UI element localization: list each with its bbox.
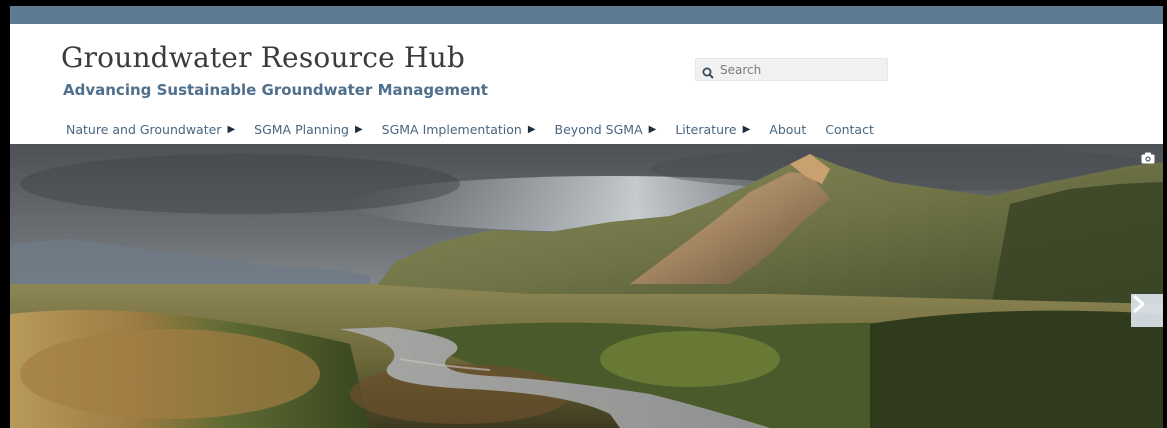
nav-item-label: SGMA Implementation — [381, 121, 522, 137]
nav-item-label: Beyond SGMA — [554, 121, 643, 137]
nav-item-contact[interactable]: Contact — [825, 122, 874, 137]
nav-item-literature[interactable]: Literature ▶ — [675, 122, 750, 137]
submenu-caret-icon: ▶ — [354, 123, 363, 135]
search-input[interactable] — [720, 59, 880, 80]
site-title[interactable]: Groundwater Resource Hub — [61, 41, 465, 74]
nav-item-nature-and-groundwater[interactable]: Nature and Groundwater ▶ — [66, 122, 235, 137]
nav-item-label: SGMA Planning — [254, 121, 349, 137]
nav-item-label: Nature and Groundwater — [66, 121, 222, 137]
nav-item-beyond-sgma[interactable]: Beyond SGMA ▶ — [555, 122, 657, 137]
page-frame: Groundwater Resource Hub Advancing Susta… — [10, 6, 1163, 428]
nav-item-about[interactable]: About — [769, 122, 806, 137]
search-icon — [702, 64, 714, 79]
nav-item-label: Literature — [675, 121, 737, 137]
submenu-caret-icon: ▶ — [227, 123, 236, 135]
nav-item-sgma-planning[interactable]: SGMA Planning ▶ — [254, 122, 362, 137]
hero-landscape-image — [10, 144, 1163, 428]
submenu-caret-icon: ▶ — [742, 123, 751, 135]
submenu-caret-icon: ▶ — [648, 123, 657, 135]
hero-slideshow — [10, 144, 1163, 428]
next-slide-button[interactable] — [1131, 294, 1163, 327]
nav-item-sgma-implementation[interactable]: SGMA Implementation ▶ — [382, 122, 536, 137]
nav-item-label: About — [769, 121, 807, 137]
nav-item-label: Contact — [825, 121, 874, 137]
site-header: Groundwater Resource Hub Advancing Susta… — [10, 24, 1163, 144]
search-box[interactable] — [695, 58, 888, 81]
site-tagline: Advancing Sustainable Groundwater Manage… — [63, 81, 488, 99]
main-nav: Nature and Groundwater ▶ SGMA Planning ▶… — [66, 118, 893, 140]
camera-icon[interactable] — [1141, 152, 1155, 164]
top-bar — [10, 6, 1163, 24]
submenu-caret-icon: ▶ — [527, 123, 536, 135]
